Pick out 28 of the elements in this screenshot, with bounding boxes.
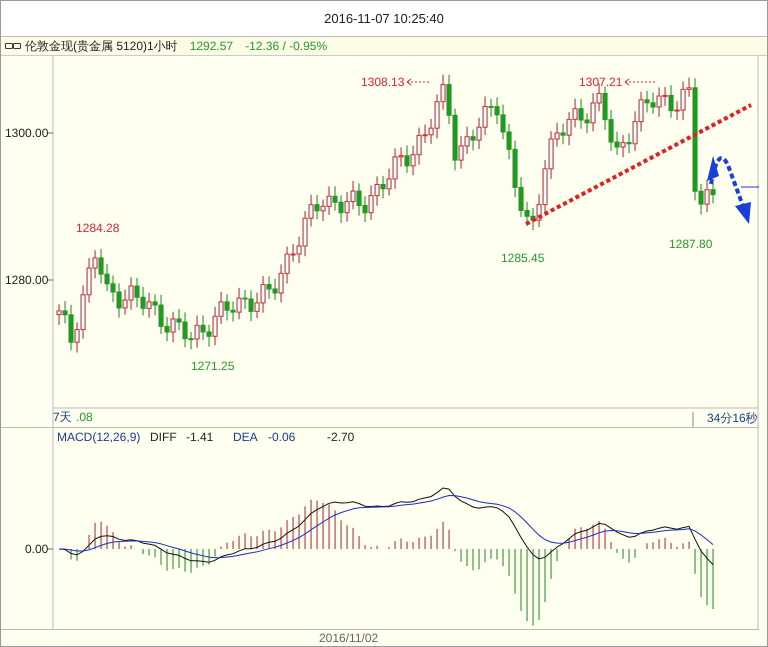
price-label: .08 [76, 410, 93, 424]
indicator-title: MACD(12,26,9) [57, 430, 140, 444]
price-label: 1285.45 [501, 251, 544, 265]
dea-label: DEA [233, 430, 258, 444]
leader-arrow [406, 78, 430, 86]
price-label: 1287.80 [669, 237, 712, 251]
countdown-timer: 34分16秒 [707, 411, 758, 425]
y-axis-label: 1280.00 [5, 273, 48, 287]
period-label: 7天 [53, 410, 72, 424]
macd-value: -2.70 [327, 430, 354, 444]
diff-value: -1.41 [186, 430, 214, 444]
diff-label: DIFF [150, 430, 177, 444]
price-label: 1307.21 [579, 75, 622, 89]
dashed-arrow [707, 156, 751, 224]
last-price: 1292.57 [190, 38, 234, 55]
price-label: 1284.28 [76, 221, 120, 235]
price-label: 1308.13 [361, 75, 404, 89]
x-axis-label: 2016/11/02 [319, 630, 378, 646]
dea-value: -0.06 [268, 430, 296, 444]
y-axis-label: 1300.00 [5, 126, 48, 140]
leader-arrow [624, 78, 656, 86]
price-change: -12.36 / -0.95% [245, 38, 328, 55]
link-icon [5, 42, 21, 50]
y-axis-label: 0.00 [25, 542, 48, 556]
symbol-name: 伦敦金现(贵金属 5120)1小时 [25, 38, 178, 55]
price-level-line [740, 186, 759, 188]
window-title: 2016-11-07 10:25:40 [324, 10, 444, 28]
price-label: 1271.25 [191, 359, 234, 373]
